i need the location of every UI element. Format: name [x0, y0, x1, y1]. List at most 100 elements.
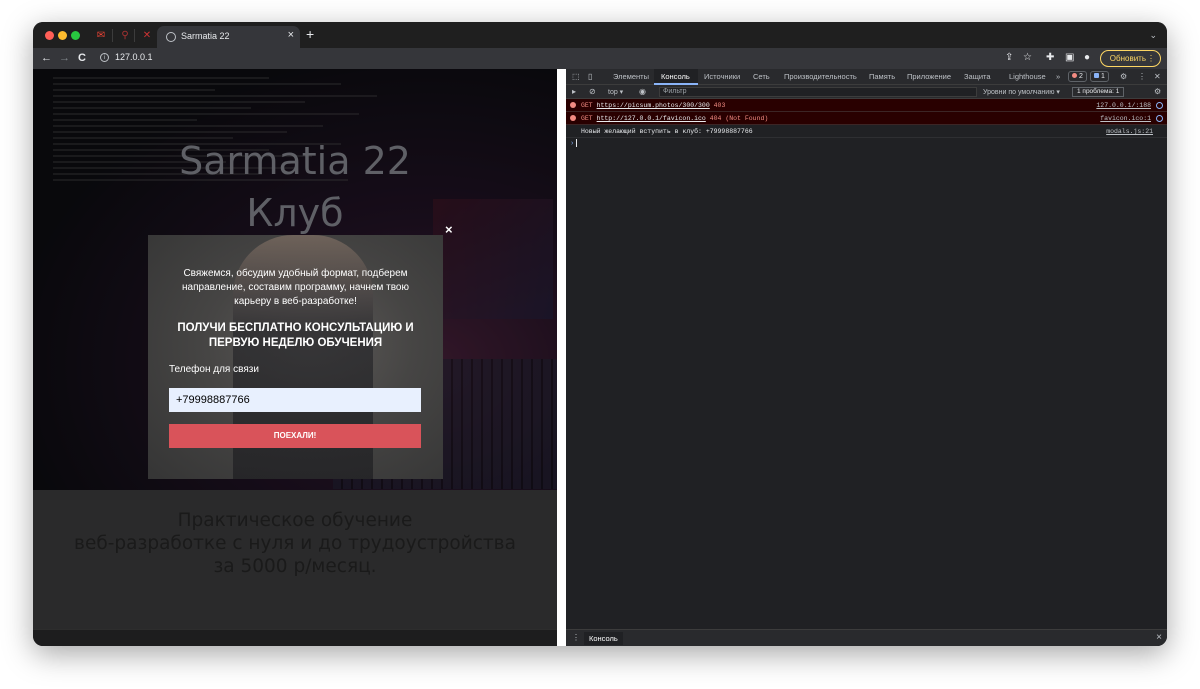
request-url-link[interactable]: http://127.0.0.1/favicon.ico	[597, 115, 706, 122]
address-bar[interactable]: 127.0.0.1	[115, 52, 153, 62]
offer-text: Практическое обучение веб-разработке с н…	[33, 509, 557, 578]
more-menu-icon: ⋮	[1147, 54, 1155, 63]
devtools-drawer: ⋮ Консоль ×	[566, 629, 1167, 646]
error-icon	[570, 115, 576, 121]
error-message: GET http://127.0.0.1/favicon.ico 404 (No…	[581, 112, 768, 125]
tab-close-icon[interactable]: ×	[288, 29, 294, 41]
drawer-close-icon[interactable]: ×	[1156, 632, 1162, 643]
offer-line: веб-разработке с нуля и до трудоустройст…	[74, 533, 516, 554]
tab-network[interactable]: Сеть	[753, 72, 770, 81]
console-log: GET https://picsum.photos/300/300 403 12…	[566, 99, 1167, 150]
issues-label: 1 проблема:	[1077, 88, 1116, 95]
devtools-panel: ⬚ ▯ Элементы Консоль Источники Сеть Прои…	[566, 69, 1167, 646]
live-expression-eye-icon[interactable]: ◉	[639, 87, 646, 97]
pinned-tab-icon[interactable]: ⚲	[119, 30, 131, 41]
back-button[interactable]: ←	[41, 51, 52, 65]
devtools-tabbar: ⬚ ▯ Элементы Консоль Источники Сеть Прои…	[566, 69, 1167, 85]
browser-toolbar: ← → C i 127.0.0.1 ⇪ ☆ ✚ ▣ ● Обновить ⋮	[33, 48, 1167, 69]
globe-icon	[166, 32, 176, 42]
message-icon	[1094, 73, 1099, 78]
status-code: 404 (Not Found)	[709, 115, 769, 122]
console-log-row[interactable]: Новый желающий вступить в клуб: +7999888…	[566, 125, 1167, 138]
filter-input[interactable]: Фильтр	[659, 87, 977, 97]
log-levels-dropdown[interactable]: Уровни по умолчанию ▾	[983, 88, 1060, 96]
devtools-menu-icon[interactable]: ⋮	[1138, 72, 1146, 82]
page-bottom-strip	[33, 629, 557, 646]
consultation-modal: Свяжемся, обсудим удобный формат, подбер…	[148, 235, 443, 479]
phone-input[interactable]	[169, 388, 421, 412]
tab-elements[interactable]: Элементы	[613, 72, 649, 81]
tab-application[interactable]: Приложение	[907, 72, 951, 81]
browser-window: ✉ ⚲ ✕ Sarmatia 22 × + ⌄ ← → C i 127.0.0.…	[33, 22, 1167, 646]
tab-performance[interactable]: Производительность	[784, 72, 857, 81]
pinned-tab-x-icon[interactable]: ✕	[141, 30, 153, 41]
offer-line: Практическое обучение	[177, 510, 413, 531]
http-method: GET	[581, 102, 593, 109]
log-message: Новый желающий вступить в клуб: +7999888…	[581, 128, 753, 135]
drawer-tab-console[interactable]: Консоль	[584, 632, 623, 645]
inspect-element-icon[interactable]: ⬚	[572, 72, 580, 82]
console-settings-icon[interactable]: ⚙	[1154, 87, 1161, 97]
console-error-row[interactable]: GET http://127.0.0.1/favicon.ico 404 (No…	[566, 112, 1167, 125]
site-info-icon[interactable]: i	[100, 53, 109, 62]
device-toolbar-icon[interactable]: ▯	[588, 72, 592, 82]
tab-memory[interactable]: Память	[869, 72, 895, 81]
source-link[interactable]: modals.js:21	[1106, 125, 1153, 138]
extensions-puzzle-icon[interactable]: ✚	[1046, 52, 1054, 64]
offer-section: Практическое обучение веб-разработке с н…	[33, 490, 557, 629]
page-viewport: Sarmatia 22 Клуб Практическое обучение в…	[33, 69, 557, 629]
network-globe-icon[interactable]	[1156, 115, 1163, 122]
close-window-button[interactable]	[45, 31, 54, 40]
error-count: 2	[1079, 73, 1083, 80]
zoom-window-button[interactable]	[71, 31, 80, 40]
tab-strip: ✉ ⚲ ✕ Sarmatia 22 × + ⌄	[33, 22, 1167, 48]
reload-button[interactable]: C	[78, 51, 86, 65]
error-count-badge[interactable]: 2	[1068, 71, 1087, 82]
message-count: 1	[1101, 73, 1105, 80]
share-icon[interactable]: ⇪	[1005, 52, 1013, 64]
submit-button[interactable]: ПОЕХАЛИ!	[169, 424, 421, 448]
profile-icon[interactable]: ●	[1084, 52, 1090, 64]
source-link[interactable]: 127.0.0.1/:188	[1096, 99, 1151, 112]
issues-button[interactable]: 1 проблема: 1	[1072, 87, 1125, 97]
tab-search-button[interactable]: ⌄	[1149, 30, 1157, 41]
clear-console-icon[interactable]: ⊘	[589, 87, 596, 97]
tab-security[interactable]: Защита	[964, 72, 991, 81]
request-url-link[interactable]: https://picsum.photos/300/300	[597, 102, 710, 109]
context-selector[interactable]: top ▾	[608, 88, 623, 96]
issues-count: 1	[1115, 88, 1120, 95]
network-globe-icon[interactable]	[1156, 102, 1163, 109]
tab-console[interactable]: Консоль	[661, 72, 690, 81]
tab-separator	[134, 29, 135, 42]
update-label: Обновить	[1109, 54, 1146, 63]
tab-sources[interactable]: Источники	[704, 72, 740, 81]
bookmark-star-icon[interactable]: ☆	[1023, 52, 1032, 64]
console-prompt[interactable]: ›	[566, 138, 1167, 150]
source-link[interactable]: favicon.ico:1	[1100, 112, 1151, 125]
minimize-window-button[interactable]	[58, 31, 67, 40]
update-button[interactable]: Обновить ⋮	[1099, 50, 1161, 67]
modal-close-icon[interactable]: ×	[445, 222, 453, 237]
gmail-pinned-tab-icon[interactable]: ✉	[95, 30, 107, 41]
devtools-close-icon[interactable]: ✕	[1154, 72, 1161, 82]
modal-heading: ПОЛУЧИ БЕСПЛАТНО КОНСУЛЬТАЦИЮ И ПЕРВУЮ Н…	[177, 322, 414, 349]
forward-button[interactable]: →	[59, 51, 70, 65]
tab-lighthouse[interactable]: Lighthouse	[1009, 72, 1046, 81]
side-panel-icon[interactable]: ▣	[1065, 52, 1074, 64]
sidebar-toggle-icon[interactable]: ▸	[572, 87, 576, 97]
http-method: GET	[581, 115, 593, 122]
console-error-row[interactable]: GET https://picsum.photos/300/300 403 12…	[566, 99, 1167, 112]
error-dot-icon	[1072, 73, 1077, 78]
devtools-splitter[interactable]	[557, 69, 566, 646]
modal-description: Свяжемся, обсудим удобный формат, подбер…	[182, 268, 409, 307]
message-count-badge[interactable]: 1	[1090, 71, 1109, 82]
drawer-menu-icon[interactable]: ⋮	[572, 633, 580, 642]
more-tabs-button[interactable]: »	[1056, 72, 1060, 81]
tab-sarmatia[interactable]: Sarmatia 22 ×	[157, 26, 300, 48]
tab-title: Sarmatia 22	[181, 31, 230, 41]
new-tab-button[interactable]: +	[306, 27, 314, 41]
settings-gear-icon[interactable]: ⚙	[1120, 72, 1127, 82]
text-caret	[576, 139, 578, 148]
console-filter-bar: ▸ ⊘ top ▾ ◉ Фильтр Уровни по умолчанию ▾…	[566, 85, 1167, 99]
modal-content: Свяжемся, обсудим удобный формат, подбер…	[148, 235, 443, 479]
